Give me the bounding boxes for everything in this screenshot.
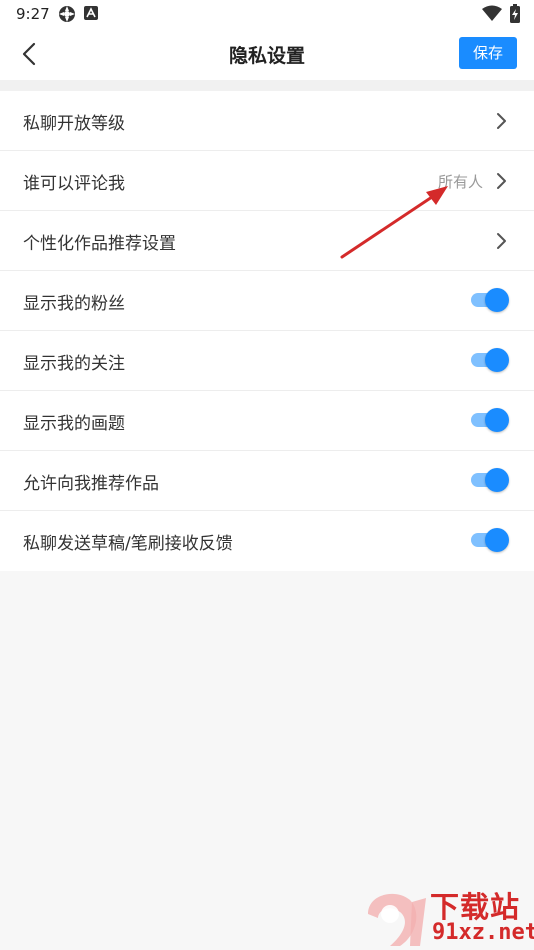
setting-label: 私聊发送草稿/笔刷接收反馈 xyxy=(23,534,233,554)
setting-label: 个性化作品推荐设置 xyxy=(23,234,176,254)
toggle-thumb xyxy=(485,468,509,492)
a-letter-icon xyxy=(84,6,98,20)
chat-draft-feedback-toggle[interactable] xyxy=(469,528,509,552)
setting-private-chat-level[interactable]: 私聊开放等级 xyxy=(0,91,534,151)
toggle-thumb xyxy=(485,348,509,372)
toggle-thumb xyxy=(485,528,509,552)
chevron-right-icon xyxy=(497,233,506,249)
setting-personalized-recommendation[interactable]: 个性化作品推荐设置 xyxy=(0,211,534,271)
setting-label: 允许向我推荐作品 xyxy=(23,474,159,494)
setting-value: 所有人 xyxy=(437,173,483,191)
app-bar: 隐私设置 保存 xyxy=(0,28,534,80)
setting-label: 显示我的粉丝 xyxy=(23,294,125,314)
toggle-thumb xyxy=(485,408,509,432)
status-bar: 9:27 xyxy=(0,0,534,28)
setting-label: 显示我的关注 xyxy=(23,354,125,374)
battery-icon xyxy=(510,4,520,23)
chevron-right-icon xyxy=(497,173,506,189)
settings-list: 私聊开放等级 谁可以评论我 所有人 个性化作品推荐设置 显示我的粉丝 显示我的关… xyxy=(0,91,534,571)
page-title: 隐私设置 xyxy=(228,45,305,67)
status-time: 9:27 xyxy=(16,5,50,23)
wifi-icon xyxy=(482,5,502,21)
setting-who-can-comment[interactable]: 谁可以评论我 所有人 xyxy=(0,151,534,211)
setting-show-topics: 显示我的画题 xyxy=(0,391,534,451)
show-following-toggle[interactable] xyxy=(469,348,509,372)
watermark-url: 91xz.net xyxy=(432,920,534,945)
setting-label: 私聊开放等级 xyxy=(23,114,125,134)
chevron-right-icon xyxy=(497,113,506,129)
show-topics-toggle[interactable] xyxy=(469,408,509,432)
settings-gear-icon xyxy=(59,6,75,22)
setting-show-fans: 显示我的粉丝 xyxy=(0,271,534,331)
setting-allow-recommend: 允许向我推荐作品 xyxy=(0,451,534,511)
setting-chat-draft-feedback: 私聊发送草稿/笔刷接收反馈 xyxy=(0,511,534,571)
allow-recommend-toggle[interactable] xyxy=(469,468,509,492)
show-fans-toggle[interactable] xyxy=(469,288,509,312)
toggle-thumb xyxy=(485,288,509,312)
setting-show-following: 显示我的关注 xyxy=(0,331,534,391)
setting-label: 谁可以评论我 xyxy=(23,174,125,194)
header-divider xyxy=(0,80,534,91)
save-button[interactable]: 保存 xyxy=(459,37,517,69)
setting-label: 显示我的画题 xyxy=(23,414,125,434)
